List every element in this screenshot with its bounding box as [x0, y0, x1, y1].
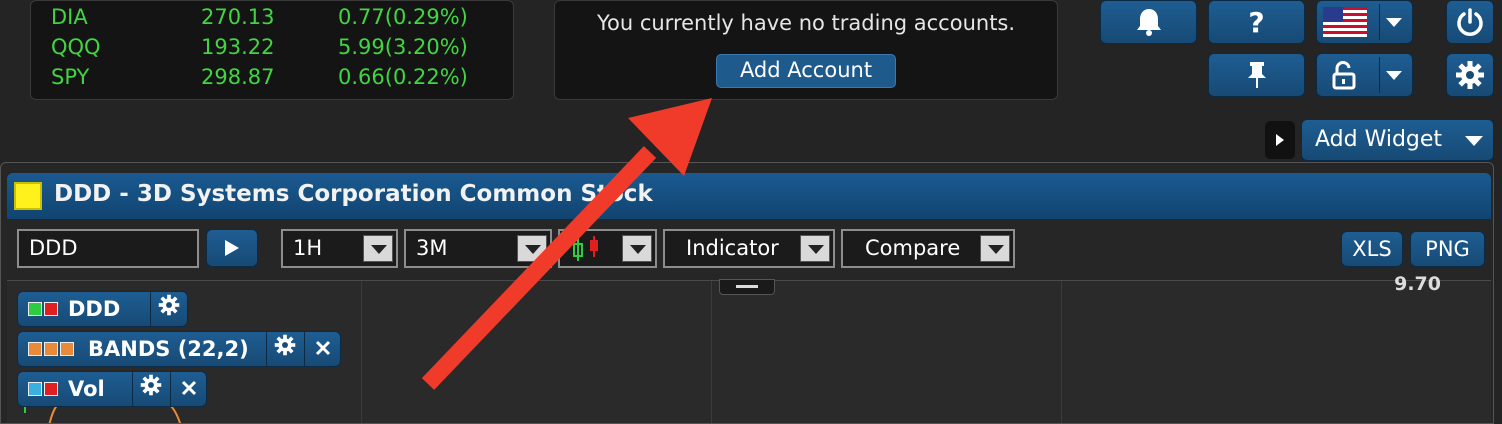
grid-line	[711, 281, 712, 423]
symbol-input[interactable]: DDD	[17, 229, 199, 268]
chevron-down-icon	[800, 235, 830, 262]
range-select[interactable]: 3M	[404, 229, 552, 268]
add-widget-label: Add Widget	[1315, 127, 1443, 152]
indicator-select[interactable]: Indicator	[663, 229, 835, 268]
add-widget-dropdown[interactable]: Add Widget	[1301, 119, 1494, 161]
grid-line	[361, 281, 362, 423]
chevron-down-icon	[1386, 18, 1402, 27]
chart-type-select[interactable]	[558, 229, 657, 268]
study-remove-button[interactable]	[304, 332, 340, 366]
indicator-label: Indicator	[686, 236, 779, 260]
study-label: Vol	[68, 377, 105, 401]
chevron-down-icon	[517, 235, 547, 262]
add-account-button[interactable]: Add Account	[716, 54, 896, 88]
trading-accounts-panel: You currently have no trading accounts. …	[554, 0, 1058, 100]
chevron-down-icon	[980, 235, 1010, 262]
gear-icon	[158, 292, 180, 326]
interval-select[interactable]: 1H	[281, 229, 398, 268]
ticker-row[interactable]: QQQ 193.22 5.99(3.20%)	[51, 35, 508, 59]
study-settings-button[interactable]	[132, 372, 168, 406]
study-color-boxes	[28, 302, 58, 316]
load-symbol-button[interactable]	[206, 229, 258, 267]
widget-panel-expand-button[interactable]	[1265, 121, 1295, 159]
chevron-down-icon	[363, 235, 393, 262]
settings-button[interactable]	[1446, 53, 1494, 97]
candlestick-icon	[570, 235, 604, 274]
study-color-boxes	[28, 342, 74, 356]
pin-button[interactable]	[1208, 53, 1305, 97]
ticker-change: 0.77(0.29%)	[338, 5, 468, 29]
study-settings-button[interactable]	[150, 292, 186, 326]
close-icon	[181, 372, 197, 406]
help-button[interactable]: ?	[1208, 0, 1305, 44]
study-ddd[interactable]: DDD	[17, 291, 188, 327]
lock-selector[interactable]	[1316, 53, 1413, 97]
compare-select[interactable]: Compare	[841, 229, 1015, 268]
play-icon	[224, 239, 240, 257]
no-accounts-message: You currently have no trading accounts.	[596, 11, 1016, 35]
language-selector[interactable]	[1316, 0, 1413, 44]
gear-icon	[1455, 60, 1485, 90]
ticker-symbol: DIA	[51, 5, 88, 29]
study-label: DDD	[68, 297, 121, 321]
logout-button[interactable]	[1446, 0, 1494, 44]
market-ticker-panel: DIA 270.13 0.77(0.29%) QQQ 193.22 5.99(3…	[30, 0, 514, 100]
close-icon	[315, 332, 331, 366]
ticker-price: 193.22	[201, 35, 275, 59]
price-axis-label: 9.70	[1394, 273, 1441, 295]
divider	[1379, 57, 1380, 93]
toolbar-collapse-handle[interactable]	[719, 279, 775, 295]
us-flag-icon	[1323, 7, 1367, 37]
ticker-price: 298.87	[201, 65, 275, 89]
app-root: DIA 270.13 0.77(0.29%) QQQ 193.22 5.99(3…	[0, 0, 1502, 424]
ticker-change: 5.99(3.20%)	[338, 35, 468, 59]
compare-label: Compare	[865, 236, 961, 260]
study-vol[interactable]: Vol	[17, 371, 207, 407]
gear-icon	[274, 332, 296, 366]
chart-widget: DDD - 3D Systems Corporation Common Stoc…	[0, 162, 1494, 424]
chevron-down-icon	[622, 235, 652, 262]
pin-icon	[1244, 60, 1270, 90]
export-xls-button[interactable]: XLS	[1341, 231, 1403, 267]
ticker-symbol: SPY	[51, 65, 90, 89]
ticker-row[interactable]: SPY 298.87 0.66(0.22%)	[51, 65, 508, 89]
study-label: BANDS (22,2)	[88, 337, 249, 361]
bell-icon	[1135, 7, 1163, 37]
ticker-change: 0.66(0.22%)	[338, 65, 468, 89]
ticker-price: 270.13	[201, 5, 275, 29]
chart-plot-area[interactable]: 9.70 DDD BANDS (22,2) Vol	[7, 273, 1491, 423]
study-remove-button[interactable]	[170, 372, 206, 406]
interval-value: 1H	[293, 236, 323, 260]
gear-icon	[140, 372, 162, 406]
link-color-swatch[interactable]	[14, 182, 42, 210]
export-png-button[interactable]: PNG	[1410, 231, 1485, 267]
chevron-down-icon	[1465, 136, 1483, 146]
help-icon: ?	[1248, 5, 1265, 39]
range-value: 3M	[416, 236, 448, 260]
study-color-boxes	[28, 382, 58, 396]
notifications-button[interactable]	[1100, 0, 1197, 44]
grid-line	[1061, 281, 1062, 423]
study-bands[interactable]: BANDS (22,2)	[17, 331, 341, 367]
chart-title: DDD - 3D Systems Corporation Common Stoc…	[54, 181, 653, 207]
ticker-row[interactable]: DIA 270.13 0.77(0.29%)	[51, 5, 508, 29]
study-settings-button[interactable]	[266, 332, 302, 366]
chart-header: DDD - 3D Systems Corporation Common Stoc…	[7, 173, 1491, 219]
chevron-down-icon	[1386, 71, 1402, 80]
power-icon	[1455, 7, 1485, 37]
unlock-icon	[1331, 60, 1359, 90]
ticker-symbol: QQQ	[51, 35, 101, 59]
divider	[1379, 4, 1380, 40]
